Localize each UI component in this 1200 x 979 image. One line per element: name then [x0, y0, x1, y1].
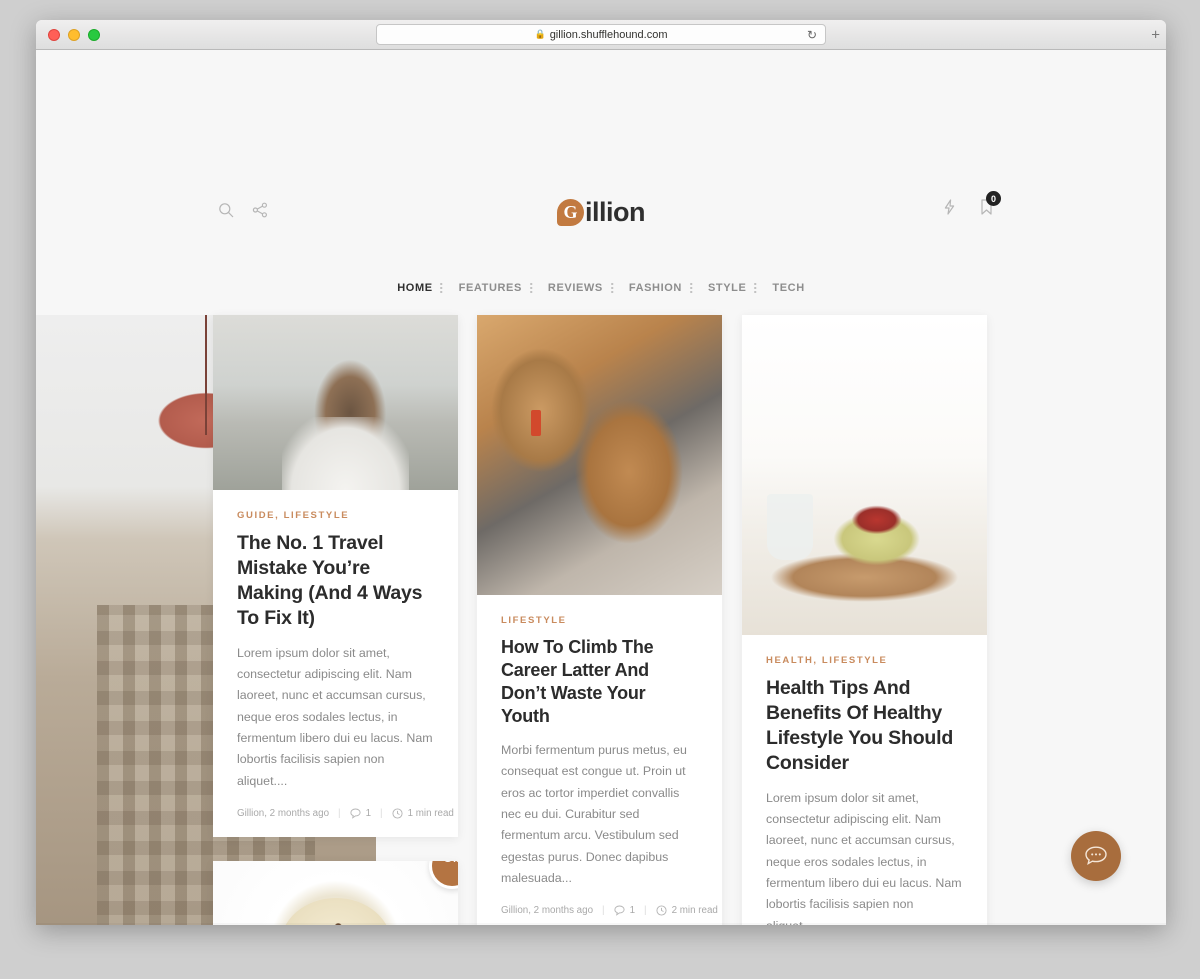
- comment-count: 1: [614, 905, 635, 916]
- read-time-value: 1 min read: [407, 808, 454, 820]
- read-time: 2 min read: [656, 905, 718, 916]
- post-title[interactable]: How To Climb The Career Latter And Don’t…: [501, 636, 698, 728]
- post-title[interactable]: The No. 1 Travel Mistake You’re Making (…: [237, 531, 434, 631]
- browser-titlebar: 🔒 gillion.shufflehound.com ↻ +: [36, 20, 1166, 50]
- post-title[interactable]: Health Tips And Benefits Of Healthy Life…: [766, 676, 963, 776]
- close-window-button[interactable]: [48, 28, 60, 41]
- logo-wordmark: illion: [585, 197, 646, 227]
- lock-icon: 🔒: [534, 29, 546, 39]
- nav-label: REVIEWS: [547, 282, 603, 294]
- browser-window: 🔒 gillion.shufflehound.com ↻ + G illion …: [36, 20, 1166, 925]
- post-thumbnail[interactable]: [213, 315, 458, 490]
- post-body: LIFESTYLE How To Climb The Career Latter…: [477, 595, 722, 925]
- read-time-value: 2 min read: [671, 905, 718, 917]
- chevron-down-icon: [754, 283, 757, 293]
- posts-column-3: HEALTH, LIFESTYLE Health Tips And Benefi…: [742, 315, 987, 925]
- meta-divider: |: [338, 808, 341, 820]
- nav-item-features[interactable]: FEATURES: [451, 282, 540, 294]
- post-author-date: Gillion, 2 months ago: [237, 808, 330, 820]
- meta-divider: |: [644, 905, 647, 917]
- posts-grid: GUIDE, LIFESTYLE The No. 1 Travel Mistak…: [36, 315, 1166, 925]
- post-card[interactable]: GUIDE, LIFESTYLE The No. 1 Travel Mistak…: [213, 315, 458, 838]
- post-author-date: Gillion, 2 months ago: [501, 905, 594, 917]
- address-bar[interactable]: 🔒 gillion.shufflehound.com ↻: [376, 24, 826, 45]
- clock-icon: [392, 808, 403, 819]
- nav-label: FASHION: [628, 282, 682, 294]
- viewport-bottom-edge: [36, 923, 1166, 925]
- post-body: HEALTH, LIFESTYLE Health Tips And Benefi…: [742, 635, 987, 925]
- post-body: GUIDE, LIFESTYLE The No. 1 Travel Mistak…: [213, 490, 458, 837]
- chevron-down-icon: [610, 283, 613, 293]
- post-thumbnail[interactable]: [742, 315, 987, 635]
- search-icon[interactable]: [218, 202, 234, 218]
- comment-count-value: 1: [629, 905, 636, 917]
- chevron-down-icon: [440, 283, 443, 293]
- chevron-down-icon: [529, 283, 532, 293]
- nav-item-style[interactable]: STYLE: [700, 282, 764, 294]
- header-right-icons: 0: [942, 191, 1001, 216]
- post-excerpt: Lorem ipsum dolor sit amet, consectetur …: [237, 645, 433, 788]
- score-whole: 6: [443, 861, 454, 868]
- comment-count-value: 1: [365, 808, 372, 820]
- lightning-bolt-icon[interactable]: [942, 199, 957, 215]
- post-category[interactable]: HEALTH, LIFESTYLE: [766, 655, 963, 666]
- post-card[interactable]: HEALTH, LIFESTYLE Health Tips And Benefi…: [742, 315, 987, 925]
- main-navigation: HOME FEATURES REVIEWS FASHION STYLE TECH: [389, 282, 813, 294]
- new-tab-button[interactable]: +: [1151, 27, 1160, 42]
- chat-button[interactable]: [1071, 831, 1121, 881]
- nav-item-home[interactable]: HOME: [389, 282, 450, 294]
- post-thumbnail[interactable]: ← →: [213, 861, 458, 925]
- nav-item-fashion[interactable]: FASHION: [621, 282, 700, 294]
- comment-icon: [350, 808, 361, 819]
- page-viewport: G illion 0 HOME FEATURES REVIEWS FASHION…: [36, 50, 1166, 925]
- clock-icon: [656, 905, 667, 916]
- bookmark-count-badge: 0: [986, 191, 1001, 206]
- post-meta: Gillion, 2 months ago | 1 |: [501, 905, 718, 917]
- comment-count: 1: [350, 808, 371, 819]
- chevron-down-icon: [689, 283, 692, 293]
- nav-item-tech[interactable]: TECH: [764, 282, 812, 294]
- nav-label: FEATURES: [458, 282, 522, 294]
- comment-icon: [614, 906, 625, 917]
- nav-label: TECH: [772, 282, 805, 294]
- nav-label: HOME: [397, 282, 433, 294]
- chat-bubble-icon: [1085, 846, 1107, 866]
- post-card[interactable]: LIFESTYLE How To Climb The Career Latter…: [477, 315, 722, 925]
- maximize-window-button[interactable]: [88, 28, 100, 41]
- meta-divider: |: [380, 808, 383, 820]
- url-text: gillion.shufflehound.com: [549, 28, 668, 41]
- site-logo[interactable]: G illion: [557, 197, 646, 228]
- post-thumbnail[interactable]: [477, 315, 722, 595]
- nav-item-reviews[interactable]: REVIEWS: [540, 282, 621, 294]
- posts-column-1: GUIDE, LIFESTYLE The No. 1 Travel Mistak…: [213, 315, 458, 925]
- score-decimal: .5: [453, 861, 458, 865]
- meta-divider: |: [602, 905, 605, 917]
- post-category[interactable]: GUIDE, LIFESTYLE: [237, 510, 434, 521]
- header-left-icons: [218, 202, 268, 218]
- share-icon[interactable]: [252, 202, 268, 218]
- post-category[interactable]: LIFESTYLE: [501, 615, 698, 626]
- post-meta: Gillion, 2 months ago | 1 |: [237, 808, 454, 820]
- nav-label: STYLE: [707, 282, 747, 294]
- posts-column-2: LIFESTYLE How To Climb The Career Latter…: [477, 315, 722, 925]
- read-time: 1 min read: [392, 808, 454, 819]
- logo-mark-g: G: [557, 199, 584, 226]
- post-card[interactable]: 6 .5 ← → COOKING, FOOD: [213, 861, 458, 925]
- post-excerpt: Morbi fermentum purus metus, eu consequa…: [501, 743, 687, 886]
- site-header: G illion 0: [36, 50, 1166, 230]
- bookmark-icon[interactable]: 0: [979, 191, 1001, 216]
- window-controls[interactable]: [48, 28, 100, 41]
- post-excerpt: Lorem ipsum dolor sit amet, consectetur …: [766, 790, 962, 925]
- reload-icon[interactable]: ↻: [807, 28, 817, 42]
- minimize-window-button[interactable]: [68, 28, 80, 41]
